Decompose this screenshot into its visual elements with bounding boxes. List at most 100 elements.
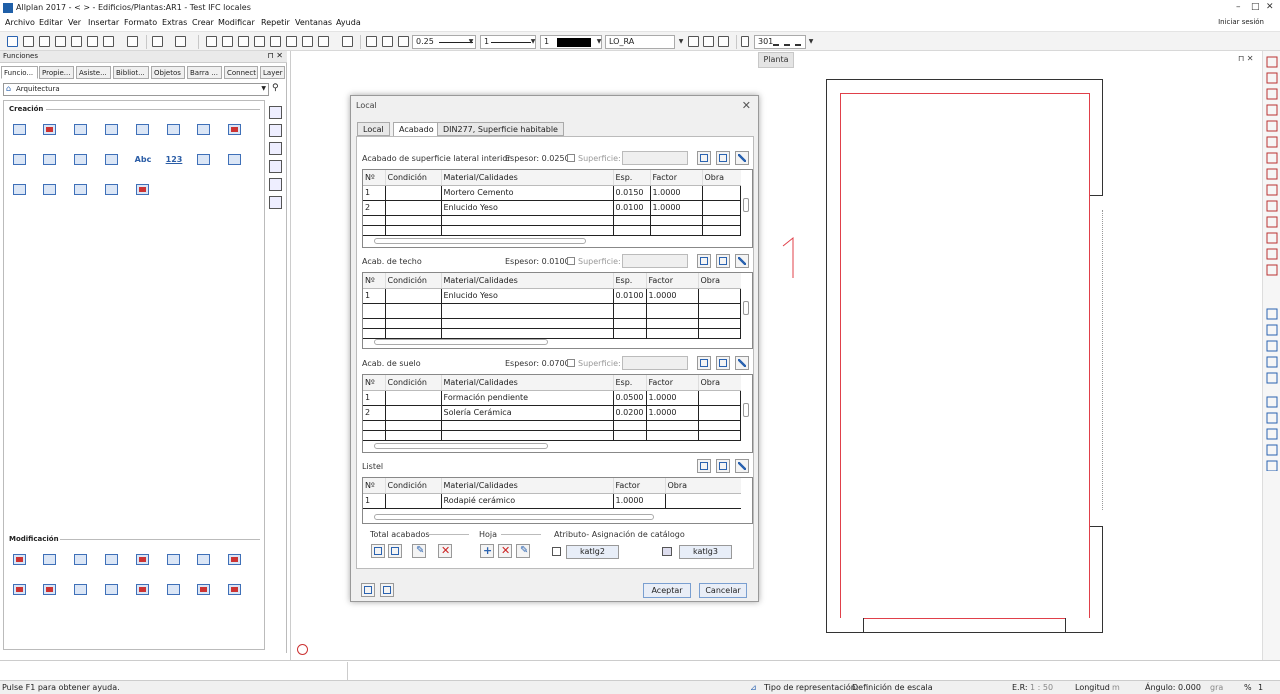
- side-tool-6-icon[interactable]: [269, 196, 282, 209]
- ceiling-edit-button[interactable]: [735, 254, 749, 268]
- walls-open-button[interactable]: [697, 151, 711, 165]
- redo-icon[interactable]: [175, 36, 186, 47]
- total-open-button[interactable]: [371, 544, 385, 558]
- elevation-mark-icon[interactable]: [103, 151, 120, 168]
- menu-crear[interactable]: Crear: [192, 18, 214, 27]
- total-save-button[interactable]: [388, 544, 402, 558]
- menu-extras[interactable]: Extras: [162, 18, 187, 27]
- story-icon[interactable]: [41, 151, 58, 168]
- modify-erase-icon[interactable]: [134, 581, 151, 598]
- drawing-file-icon[interactable]: [39, 36, 50, 47]
- new-file-icon[interactable]: [7, 36, 18, 47]
- book-icon[interactable]: [103, 181, 120, 198]
- modify-wall-icon[interactable]: [11, 551, 28, 568]
- menu-modificar[interactable]: Modificar: [218, 18, 255, 27]
- plane-pair-icon[interactable]: [41, 181, 58, 198]
- horizontal-scrollbar[interactable]: [366, 443, 746, 450]
- table-row[interactable]: 1 Rodapié cerámico 1.0000: [363, 493, 741, 509]
- beam-icon[interactable]: [226, 121, 243, 138]
- angle-value[interactable]: 0.000: [1178, 683, 1201, 692]
- side-tool-1-icon[interactable]: [269, 106, 282, 119]
- menu-ver[interactable]: Ver: [68, 18, 81, 27]
- percent-value[interactable]: 1: [1258, 683, 1263, 692]
- walls-surface-field[interactable]: [622, 151, 688, 165]
- chevron-down-icon[interactable]: ▼: [528, 35, 538, 49]
- chevron-down-icon[interactable]: ▼: [806, 35, 816, 49]
- window-icon[interactable]: [134, 121, 151, 138]
- horizontal-scrollbar[interactable]: [366, 238, 746, 245]
- tab-layer[interactable]: Layer: [260, 66, 285, 79]
- table-row[interactable]: [363, 430, 741, 441]
- cube-icon[interactable]: [302, 36, 313, 47]
- door-icon[interactable]: [103, 121, 120, 138]
- panel-header-buttons[interactable]: ⊓ ✕: [268, 51, 284, 60]
- room-outline[interactable]: [840, 93, 1090, 619]
- paste-icon[interactable]: [286, 36, 297, 47]
- modify-pen-icon[interactable]: [165, 551, 182, 568]
- walls-surface-checkbox[interactable]: [567, 154, 575, 162]
- chevron-down-icon[interactable]: ▼: [676, 35, 686, 49]
- horizontal-scrollbar[interactable]: [366, 514, 746, 521]
- project-icon[interactable]: [23, 36, 34, 47]
- maximize-button[interactable]: □: [1251, 2, 1260, 12]
- dimension-line-icon[interactable]: [206, 36, 217, 47]
- text-abc-icon[interactable]: Abc: [131, 151, 155, 168]
- catalog-katlg2-button[interactable]: katlg2: [566, 545, 619, 559]
- skirting-save-button[interactable]: [716, 459, 730, 473]
- layer-visibility-icon[interactable]: [703, 36, 714, 47]
- ceiling-surface-checkbox[interactable]: [567, 257, 575, 265]
- tab-propiedades[interactable]: Propie...: [39, 66, 74, 79]
- skirting-edit-button[interactable]: [735, 459, 749, 473]
- table-row[interactable]: [363, 215, 741, 226]
- ceiling-open-button[interactable]: [697, 254, 711, 268]
- tab-local[interactable]: Local: [357, 122, 390, 136]
- origin-icon[interactable]: [297, 644, 308, 655]
- representation-value[interactable]: Definición de escala: [852, 683, 933, 692]
- layer-settings-icon[interactable]: [688, 36, 699, 47]
- sheet-edit-button[interactable]: ✎: [516, 544, 530, 558]
- menu-editar[interactable]: Editar: [39, 18, 63, 27]
- dialog-save-button[interactable]: [380, 583, 394, 597]
- print-icon[interactable]: [87, 36, 98, 47]
- menu-archivo[interactable]: Archivo: [5, 18, 35, 27]
- close-icon[interactable]: ✕: [742, 99, 751, 112]
- plot-icon[interactable]: [103, 36, 114, 47]
- modify-offset-icon[interactable]: [72, 581, 89, 598]
- floor-surface-field[interactable]: [622, 356, 688, 370]
- plane-icon[interactable]: [11, 181, 28, 198]
- report-icon[interactable]: [226, 151, 243, 168]
- modify-visibility-icon[interactable]: [41, 551, 58, 568]
- list-icon[interactable]: [195, 151, 212, 168]
- menu-formato[interactable]: Formato: [124, 18, 157, 27]
- menu-repetir[interactable]: Repetir: [261, 18, 290, 27]
- modify-fillet-icon[interactable]: [103, 581, 120, 598]
- menu-insertar[interactable]: Insertar: [88, 18, 119, 27]
- table-row[interactable]: 2 Enlucido Yeso 0.0100 1.0000: [363, 200, 741, 216]
- viewport-controls[interactable]: ⊓ ✕: [1238, 54, 1254, 63]
- cancel-button[interactable]: Cancelar: [699, 583, 747, 598]
- save-icon[interactable]: [71, 36, 82, 47]
- layout-icon[interactable]: [127, 36, 138, 47]
- tab-connect[interactable]: Connect: [224, 66, 258, 79]
- modify-bucket-icon[interactable]: [226, 581, 243, 598]
- modify-label-icon[interactable]: [226, 551, 243, 568]
- accept-button[interactable]: Aceptar: [643, 583, 691, 598]
- view-label[interactable]: Planta: [758, 52, 794, 68]
- table-row[interactable]: 1 Formación pendiente 0.0500 1.0000: [363, 390, 741, 406]
- section-icon[interactable]: [238, 36, 249, 47]
- slab-icon[interactable]: [165, 121, 182, 138]
- total-edit-button[interactable]: ✎: [412, 544, 426, 558]
- close-button[interactable]: ✕: [1266, 2, 1274, 12]
- vertical-scrollbar[interactable]: [743, 393, 750, 433]
- undo-icon[interactable]: [152, 36, 163, 47]
- table-row[interactable]: [363, 303, 741, 319]
- floor-edit-button[interactable]: [735, 356, 749, 370]
- vertical-scrollbar[interactable]: [743, 291, 750, 331]
- scale-code-field[interactable]: 301: [754, 35, 806, 49]
- table-row[interactable]: [363, 318, 741, 329]
- modify-text-icon[interactable]: [103, 551, 120, 568]
- dialog-open-button[interactable]: [361, 583, 375, 597]
- zoom-icon[interactable]: [342, 36, 353, 47]
- open-icon[interactable]: [55, 36, 66, 47]
- table-row[interactable]: 1 Enlucido Yeso 0.0100 1.0000: [363, 288, 741, 304]
